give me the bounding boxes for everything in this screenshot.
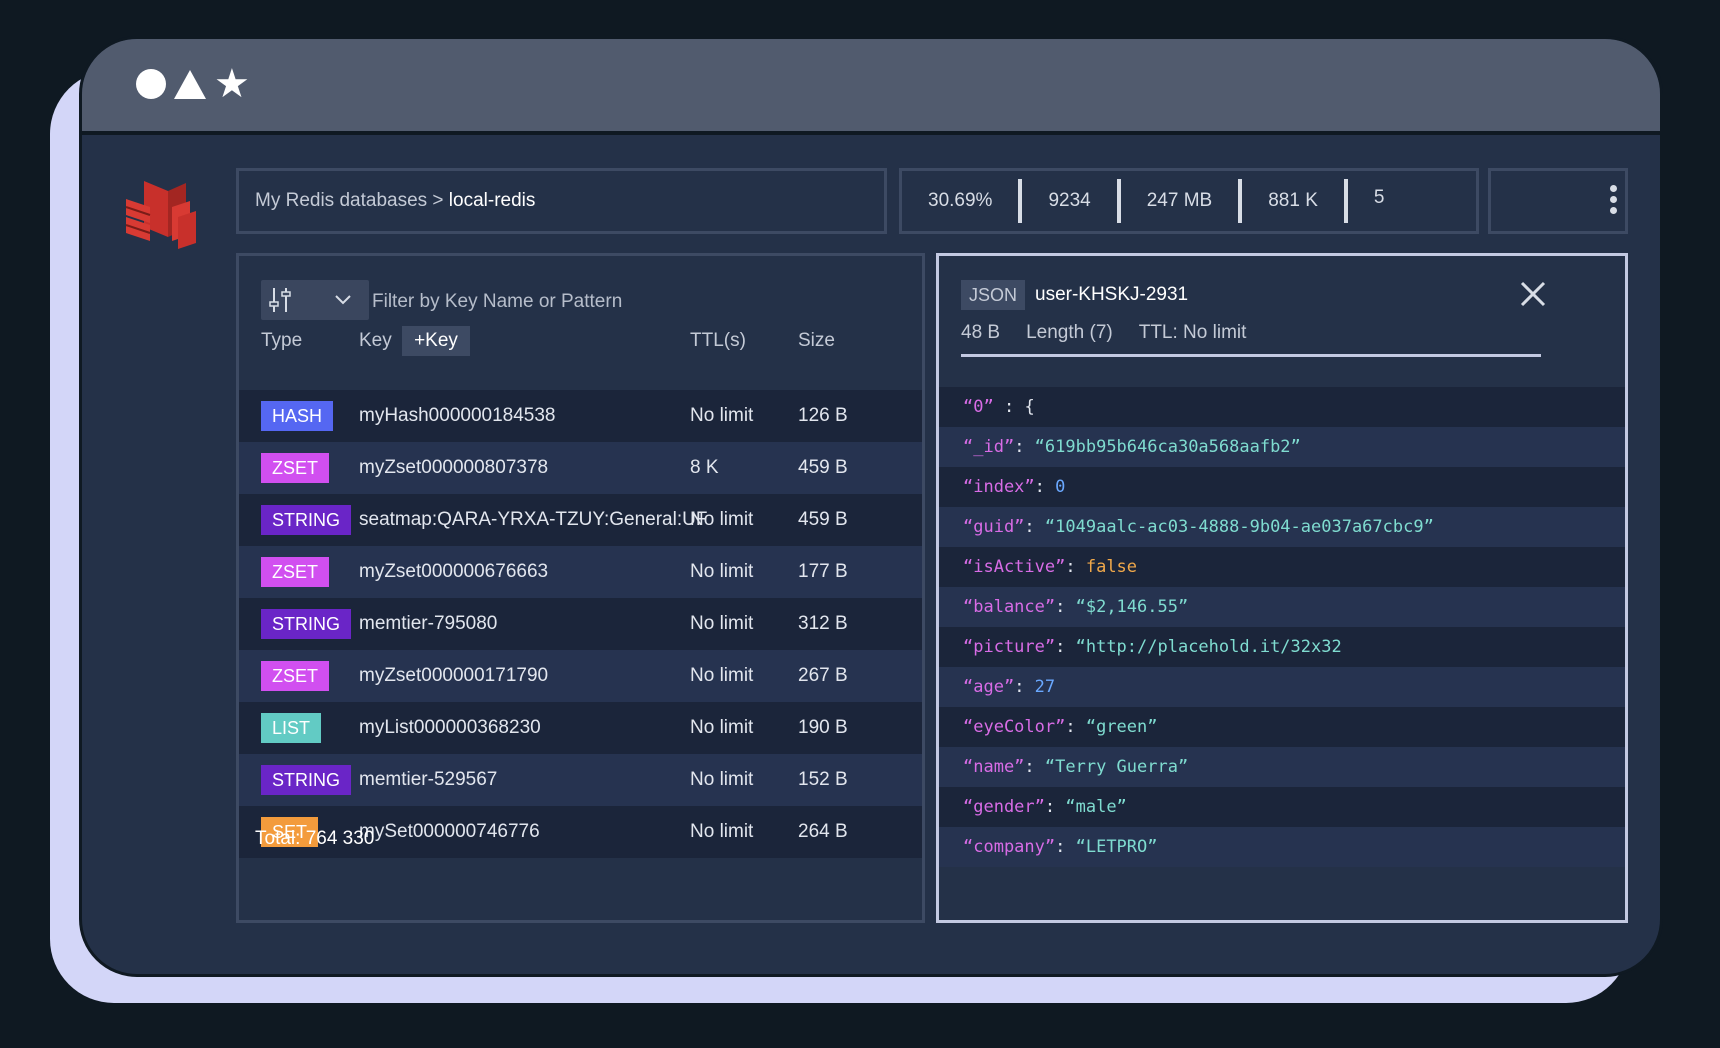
json-viewer: “0” : { “_id”: “619bb95b646ca30a568aafb2… (939, 387, 1625, 867)
table-row[interactable]: ZSET myZset000000807378 8 K 459 B (239, 442, 922, 494)
filter-input[interactable]: Filter by Key Name or Pattern (372, 291, 622, 313)
key-name: myZset000000807378 (359, 457, 549, 478)
window-controls: ★ (136, 64, 250, 104)
database-stats: 30.69% 9234 247 MB 881 K 5 (899, 168, 1479, 234)
key-size: 459 B (798, 509, 848, 530)
table-row[interactable]: STRING memtier-795080 No limit 312 B (239, 598, 922, 650)
json-line: “age”: 27 (939, 667, 1625, 707)
table-row[interactable]: LIST myList000000368230 No limit 190 B (239, 702, 922, 754)
json-line: “company”: “LETPRO” (939, 827, 1625, 867)
total-keys: Total: 764 330 (255, 828, 375, 849)
key-ttl: 8 K (690, 457, 719, 478)
table-row[interactable]: STRING seatmap:QARA-YRXA-TZUY:General:UF N… (239, 494, 922, 546)
json-line: “index”: 0 (939, 467, 1625, 507)
column-header-type: Type (261, 330, 303, 351)
type-badge: ZSET (261, 557, 330, 587)
table-row[interactable]: HASH myHash000000184538 No limit 126 B (239, 390, 922, 442)
key-ttl: No limit (690, 613, 754, 634)
detail-size: 48 B (961, 322, 1001, 343)
key-size: 126 B (798, 405, 848, 426)
format-tag: JSON (961, 280, 1025, 310)
column-header-ttl: TTL(s) (690, 330, 746, 351)
json-line: “picture”: “http://placehold.it/32x32 (939, 627, 1625, 667)
json-line: “gender”: “male” (939, 787, 1625, 827)
key-name: myZset000000676663 (359, 561, 549, 582)
key-name: mySet000000746776 (359, 821, 540, 842)
key-name: myList000000368230 (359, 717, 541, 738)
key-ttl: No limit (690, 769, 754, 790)
key-size: 267 B (798, 665, 848, 686)
breadcrumb: My Redis databases > local-redis (236, 168, 887, 234)
type-badge: STRING (261, 765, 352, 795)
breadcrumb-parent[interactable]: My Redis databases > (255, 190, 444, 212)
stat-ops: 9234 (1048, 190, 1091, 211)
metadata-underline (961, 354, 1541, 357)
key-rows: HASH myHash000000184538 No limit 126 B ZSET… (239, 390, 922, 858)
table-row[interactable]: STRING memtier-529567 No limit 152 B (239, 754, 922, 806)
filter-type-dropdown[interactable] (261, 280, 369, 320)
key-name: memtier-529567 (359, 769, 498, 790)
type-badge: ZSET (261, 453, 330, 483)
options-box (1488, 168, 1628, 234)
breadcrumb-database: local-redis (448, 190, 536, 211)
detail-ttl: TTL: No limit (1138, 322, 1247, 343)
json-line: “isActive”: false (939, 547, 1625, 587)
key-name: myZset000000171790 (359, 665, 549, 686)
stat-keys: 881 K (1268, 190, 1318, 211)
window-titlebar: ★ (82, 39, 1660, 135)
type-badge: ZSET (261, 661, 330, 691)
key-name: memtier-795080 (359, 613, 498, 634)
json-line: “guid”: “1049aalc-ac03-4888-9b04-ae037a6… (939, 507, 1625, 547)
type-badge: HASH (261, 401, 334, 431)
add-key-button[interactable]: +Key (402, 326, 470, 356)
key-ttl: No limit (690, 561, 754, 582)
json-line: “0” : { (939, 387, 1625, 427)
table-row[interactable]: ZSET myZset000000676663 No limit 177 B (239, 546, 922, 598)
table-row[interactable]: ZSET myZset000000171790 No limit 267 B (239, 650, 922, 702)
json-line: “balance”: “$2,146.55” (939, 587, 1625, 627)
key-size: 312 B (798, 613, 848, 634)
close-icon[interactable] (1517, 278, 1549, 310)
chevron-down-icon (335, 295, 351, 305)
circle-icon[interactable] (136, 69, 166, 99)
stat-cpu: 30.69% (928, 190, 993, 211)
column-header-size: Size (798, 330, 835, 351)
key-size: 177 B (798, 561, 848, 582)
type-badge: LIST (261, 713, 322, 743)
key-size: 152 B (798, 769, 848, 790)
detail-key-name: user-KHSKJ-2931 (1035, 284, 1189, 305)
key-size: 190 B (798, 717, 848, 738)
type-badge: STRING (261, 609, 352, 639)
json-line: “eyeColor”: “green” (939, 707, 1625, 747)
key-size: 459 B (798, 457, 848, 478)
detail-length: Length (7) (1026, 322, 1113, 343)
key-size: 264 B (798, 821, 848, 842)
json-line: “name”: “Terry Guerra” (939, 747, 1625, 787)
key-name: myHash000000184538 (359, 405, 556, 426)
star-icon[interactable]: ★ (214, 64, 250, 104)
key-metadata: 48 B Length (7) TTL: No limit (961, 322, 1246, 344)
column-header-key: Key (359, 330, 392, 351)
sliders-icon (269, 288, 351, 312)
stat-memory: 247 MB (1146, 190, 1213, 211)
type-badge: STRING (261, 505, 352, 535)
key-list-panel: Filter by Key Name or Pattern Type Key +… (236, 253, 925, 923)
key-ttl: No limit (690, 405, 754, 426)
more-options-icon[interactable] (1610, 185, 1617, 214)
key-ttl: No limit (690, 665, 754, 686)
stat-clients: 5 (1373, 187, 1385, 208)
json-line: “_id”: “619bb95b646ca30a568aafb2” (939, 427, 1625, 467)
key-name: seatmap:QARA-YRXA-TZUY:General:UF (359, 509, 708, 530)
key-ttl: No limit (690, 821, 754, 842)
app-window: ★ My Redis databases > local-redis 30.69… (79, 36, 1663, 977)
key-ttl: No limit (690, 509, 754, 530)
triangle-icon[interactable] (174, 69, 206, 99)
key-ttl: No limit (690, 717, 754, 738)
redis-logo-icon (125, 181, 196, 249)
key-detail-panel: JSON user-KHSKJ-2931 48 B Length (7) TTL… (936, 253, 1628, 923)
